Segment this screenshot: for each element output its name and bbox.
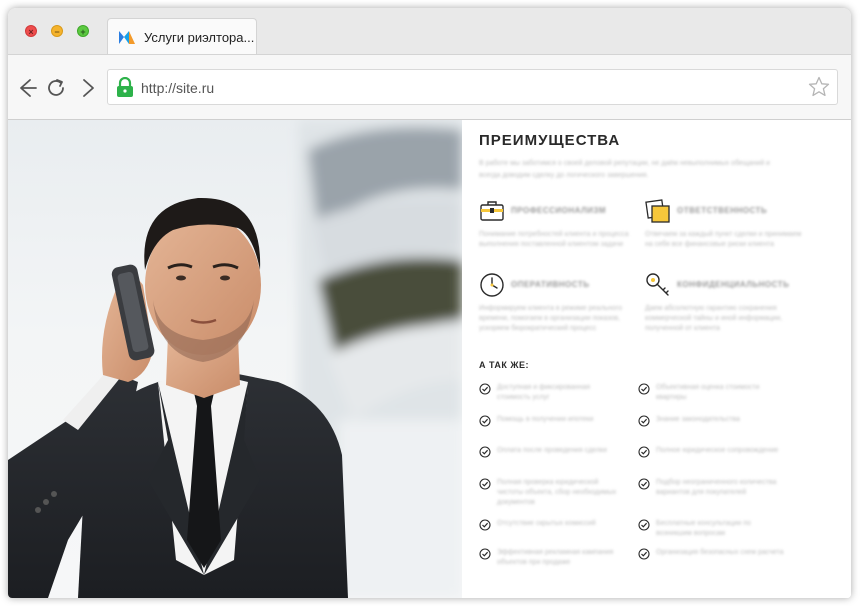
forward-arrow-icon[interactable] xyxy=(76,77,98,99)
bookmark-star-icon[interactable] xyxy=(808,76,830,98)
check-circle-icon xyxy=(479,548,491,560)
feature-text: Отвечаем за каждый пункт сделки и приним… xyxy=(645,231,802,248)
check-circle-icon xyxy=(638,548,650,560)
site-favicon-icon xyxy=(119,31,135,44)
check-circle-icon xyxy=(479,519,491,531)
maximize-window-button[interactable]: + xyxy=(77,25,89,37)
list-item-text: Эффективная рекламная кампания объектов … xyxy=(497,549,614,566)
reload-icon[interactable] xyxy=(45,77,67,99)
list-item-text: Полная проверка юридической чистоты объе… xyxy=(497,479,617,506)
feature-title: ОПЕРАТИВНОСТЬ xyxy=(511,280,590,289)
advantages-intro: В работе мы заботимся о своей деловой ре… xyxy=(479,160,770,179)
feature-title: ОТВЕТСТВЕННОСТЬ xyxy=(677,206,768,215)
check-circle-icon xyxy=(479,383,491,395)
address-bar[interactable]: http://site.ru xyxy=(107,69,838,105)
check-circle-icon xyxy=(479,446,491,458)
check-circle-icon xyxy=(638,446,650,458)
hero-photo xyxy=(8,120,462,598)
list-item-text: Полное юридическое сопровождение xyxy=(656,447,779,454)
list-item-text: Доступная и фиксированная стоимость услу… xyxy=(497,384,591,401)
close-window-button[interactable]: × xyxy=(25,25,37,37)
feature-title: ПРОФЕССИОНАЛИЗМ xyxy=(511,206,607,215)
browser-toolbar: http://site.ru xyxy=(8,54,851,120)
check-circle-icon xyxy=(479,415,491,427)
list-item-text: Организация безопасных схем расчета xyxy=(656,549,784,556)
feature-text: Понимание потребностей клиента и процесс… xyxy=(479,231,629,248)
also-title: А ТАК ЖЕ: xyxy=(479,360,530,370)
advantages-title: ПРЕИМУЩЕСТВА xyxy=(479,132,621,149)
list-item-text: Оплата после проведения сделки xyxy=(497,447,607,454)
businessman-on-phone-image xyxy=(8,120,462,598)
back-arrow-icon[interactable] xyxy=(16,77,38,99)
clock-icon xyxy=(480,273,504,297)
page-content: ПРЕИМУЩЕСТВА В работе мы заботимся о сво… xyxy=(8,120,851,598)
check-circle-icon xyxy=(479,478,491,490)
briefcase-icon xyxy=(480,201,504,221)
tab-title: Услуги риэлтора... xyxy=(144,29,255,45)
key-icon xyxy=(646,273,669,296)
list-item-text: Объективная оценка стоимости квартиры xyxy=(656,384,760,401)
list-item-text: Подбор неограниченного количества вариан… xyxy=(656,479,777,496)
minimize-window-button[interactable]: − xyxy=(51,25,63,37)
feature-title: КОНФИДЕНЦИАЛЬНОСТЬ xyxy=(677,280,790,289)
sticky-note-icon xyxy=(645,199,670,223)
browser-tab[interactable]: Услуги риэлтора... xyxy=(107,18,257,55)
check-circle-icon xyxy=(638,478,650,490)
url-text[interactable]: http://site.ru xyxy=(141,80,214,96)
advantages-panel: ПРЕИМУЩЕСТВА В работе мы заботимся о сво… xyxy=(462,120,851,598)
list-item-text: Знание законодательства xyxy=(656,416,740,423)
check-circle-icon xyxy=(638,519,650,531)
lock-icon xyxy=(117,77,133,97)
list-item-text: Бесплатные консультации по возникшим воп… xyxy=(656,520,751,537)
list-item-text: Отсутствие скрытых комиссий xyxy=(497,520,596,527)
feature-text: Даем абсолютную гарантию сохранения комм… xyxy=(645,305,783,332)
title-bar: × − + Услуги риэлтора... xyxy=(8,8,851,55)
check-circle-icon xyxy=(638,383,650,395)
check-circle-icon xyxy=(638,415,650,427)
feature-text: Информируем клиента в режиме реального в… xyxy=(479,305,622,332)
list-item-text: Помощь в получении ипотеки xyxy=(497,416,594,423)
browser-window: × − + Услуги риэлтора... http://site.ru … xyxy=(8,8,851,598)
